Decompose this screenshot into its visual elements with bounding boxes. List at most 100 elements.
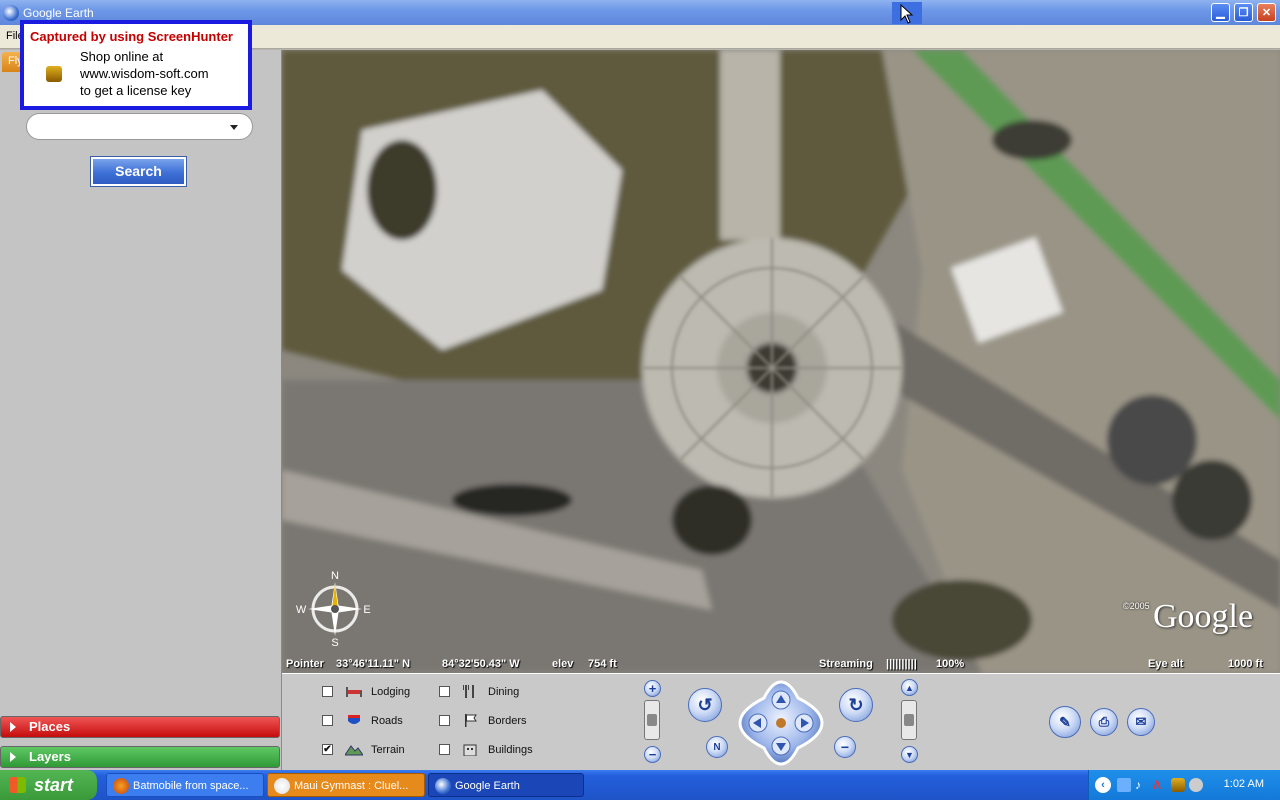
- elev-label: elev: [552, 658, 574, 670]
- status-line: Pointer 33°46'11.11" N 84°32'50.43" W el…: [282, 657, 1280, 673]
- screenhunter-icon: [46, 66, 62, 82]
- layer-buildings[interactable]: Buildings: [439, 743, 533, 756]
- layer-borders[interactable]: Borders: [439, 714, 527, 727]
- maximize-button[interactable]: ❐: [1234, 3, 1253, 22]
- screenhunter-tray-icon[interactable]: [1171, 778, 1185, 792]
- eye-alt-label: Eye alt: [1148, 658, 1184, 670]
- task-google-earth[interactable]: Google Earth: [428, 773, 584, 797]
- google-earth-icon: [3, 4, 19, 21]
- windows-logo-icon: [9, 777, 26, 793]
- places-panel-header[interactable]: Places: [0, 716, 280, 738]
- search-button[interactable]: Search: [90, 156, 187, 187]
- layer-terrain[interactable]: ✔ Terrain: [322, 743, 405, 756]
- print-button[interactable]: ⎙: [1090, 708, 1118, 736]
- pointer-latitude: 33°46'11.11" N: [336, 658, 411, 670]
- watermark-line: Shop online at: [80, 49, 164, 64]
- clock[interactable]: 1:02 AM: [1224, 778, 1264, 790]
- tilt-slider[interactable]: [901, 700, 917, 740]
- screenhunter-watermark: Captured by using ScreenHunter Shop onli…: [20, 20, 252, 110]
- satellite-imagery: [282, 50, 1280, 673]
- tilt-up-button[interactable]: ▲: [901, 679, 918, 696]
- borders-checkbox[interactable]: [439, 715, 450, 726]
- tilt-down-button[interactable]: ▼: [901, 746, 918, 763]
- building-icon: [463, 744, 477, 756]
- task-batmobile[interactable]: Batmobile from space...: [106, 773, 264, 797]
- start-button[interactable]: start: [0, 770, 97, 800]
- terrain-checkbox[interactable]: ✔: [322, 744, 333, 755]
- start-label: start: [34, 775, 74, 795]
- watermark-line: to get a license key: [80, 83, 192, 98]
- task-label: Batmobile from space...: [133, 780, 249, 792]
- zoom-slider[interactable]: [644, 700, 660, 740]
- pointer-label: Pointer: [286, 658, 324, 670]
- search-input[interactable]: [26, 113, 253, 140]
- close-button[interactable]: ✕: [1257, 3, 1276, 22]
- watermark-text: Shop online at www.wisdom-soft.com to ge…: [80, 48, 209, 99]
- email-button[interactable]: ✉: [1127, 708, 1155, 736]
- layers-label: Layers: [29, 749, 71, 764]
- placemark-button[interactable]: ✎: [1049, 706, 1081, 738]
- layer-label: Dining: [488, 685, 520, 698]
- google-earth-icon: [435, 778, 451, 794]
- slider-knob[interactable]: [647, 714, 657, 726]
- reset-tilt-button[interactable]: −: [834, 736, 856, 758]
- navigation-panel: Lodging Dining Roads Borders ✔ Terrain B…: [282, 673, 1280, 770]
- zoom-out-button[interactable]: −: [644, 746, 661, 763]
- expand-arrow-icon: [10, 722, 16, 732]
- firefox-icon: [274, 778, 290, 794]
- network-icon[interactable]: [1117, 778, 1131, 792]
- google-logo: Google: [1153, 598, 1254, 635]
- rotate-right-button[interactable]: ↻: [839, 688, 873, 722]
- compass-s: S: [331, 637, 338, 648]
- north-up-button[interactable]: N: [706, 736, 728, 758]
- window-title: Google Earth: [23, 5, 94, 20]
- cursor-highlight: [892, 2, 922, 24]
- layer-label: Terrain: [371, 743, 405, 756]
- show-hidden-icons-button[interactable]: ‹: [1095, 777, 1111, 793]
- task-label: Google Earth: [455, 780, 520, 792]
- zoom-in-button[interactable]: +: [644, 680, 661, 697]
- watermark-title: Captured by using ScreenHunter: [30, 29, 233, 44]
- pointer-longitude: 84°32'50.43" W: [442, 658, 520, 670]
- compass-rose[interactable]: N S E W: [296, 570, 374, 648]
- pan-control[interactable]: [738, 680, 824, 766]
- layer-label: Lodging: [371, 685, 411, 698]
- watermark-line: www.wisdom-soft.com: [80, 66, 209, 81]
- interstate-shield-icon: [348, 715, 360, 724]
- bed-icon: [346, 687, 362, 697]
- layers-panel-header[interactable]: Layers: [0, 746, 280, 768]
- firefox-icon: [113, 778, 129, 794]
- buildings-checkbox[interactable]: [439, 744, 450, 755]
- tray-app-icon[interactable]: [1189, 778, 1203, 792]
- copyright-text: ©2005: [1123, 601, 1150, 611]
- compass-e: E: [363, 604, 370, 616]
- chevron-down-icon[interactable]: [230, 125, 238, 130]
- layer-roads[interactable]: Roads: [322, 714, 403, 727]
- taskbar: start Batmobile from space... Maui Gymna…: [0, 770, 1280, 800]
- speaker-icon[interactable]: ♪: [1135, 778, 1149, 792]
- layer-dining[interactable]: Dining: [439, 685, 519, 698]
- layer-label: Buildings: [488, 743, 533, 756]
- streaming-label: Streaming: [819, 658, 873, 670]
- map-view[interactable]: [282, 50, 1280, 673]
- places-label: Places: [29, 719, 71, 734]
- sidebar: Fly Search Places Layers: [0, 50, 282, 770]
- slider-knob[interactable]: [904, 714, 914, 726]
- lodging-checkbox[interactable]: [322, 686, 333, 697]
- rotate-left-button[interactable]: ↺: [688, 688, 722, 722]
- streaming-progress: ||||||||||: [886, 658, 917, 670]
- streaming-percent: 100%: [936, 658, 965, 670]
- antivirus-icon[interactable]: Λ: [1153, 778, 1167, 792]
- minimize-button[interactable]: ▁: [1211, 3, 1230, 22]
- mountain-icon: [345, 745, 363, 756]
- dining-checkbox[interactable]: [439, 686, 450, 697]
- layer-lodging[interactable]: Lodging: [322, 685, 410, 698]
- eye-alt-value: 1000 ft: [1228, 658, 1263, 670]
- roads-checkbox[interactable]: [322, 715, 333, 726]
- layer-label: Roads: [371, 714, 403, 727]
- task-maui-gymnast[interactable]: Maui Gymnast : Cluel...: [267, 773, 425, 797]
- mouse-pointer-icon: [900, 4, 914, 24]
- expand-arrow-icon: [10, 752, 16, 762]
- system-tray: ‹ ♪ Λ 1:02 AM: [1088, 770, 1280, 800]
- layer-label: Borders: [488, 714, 527, 727]
